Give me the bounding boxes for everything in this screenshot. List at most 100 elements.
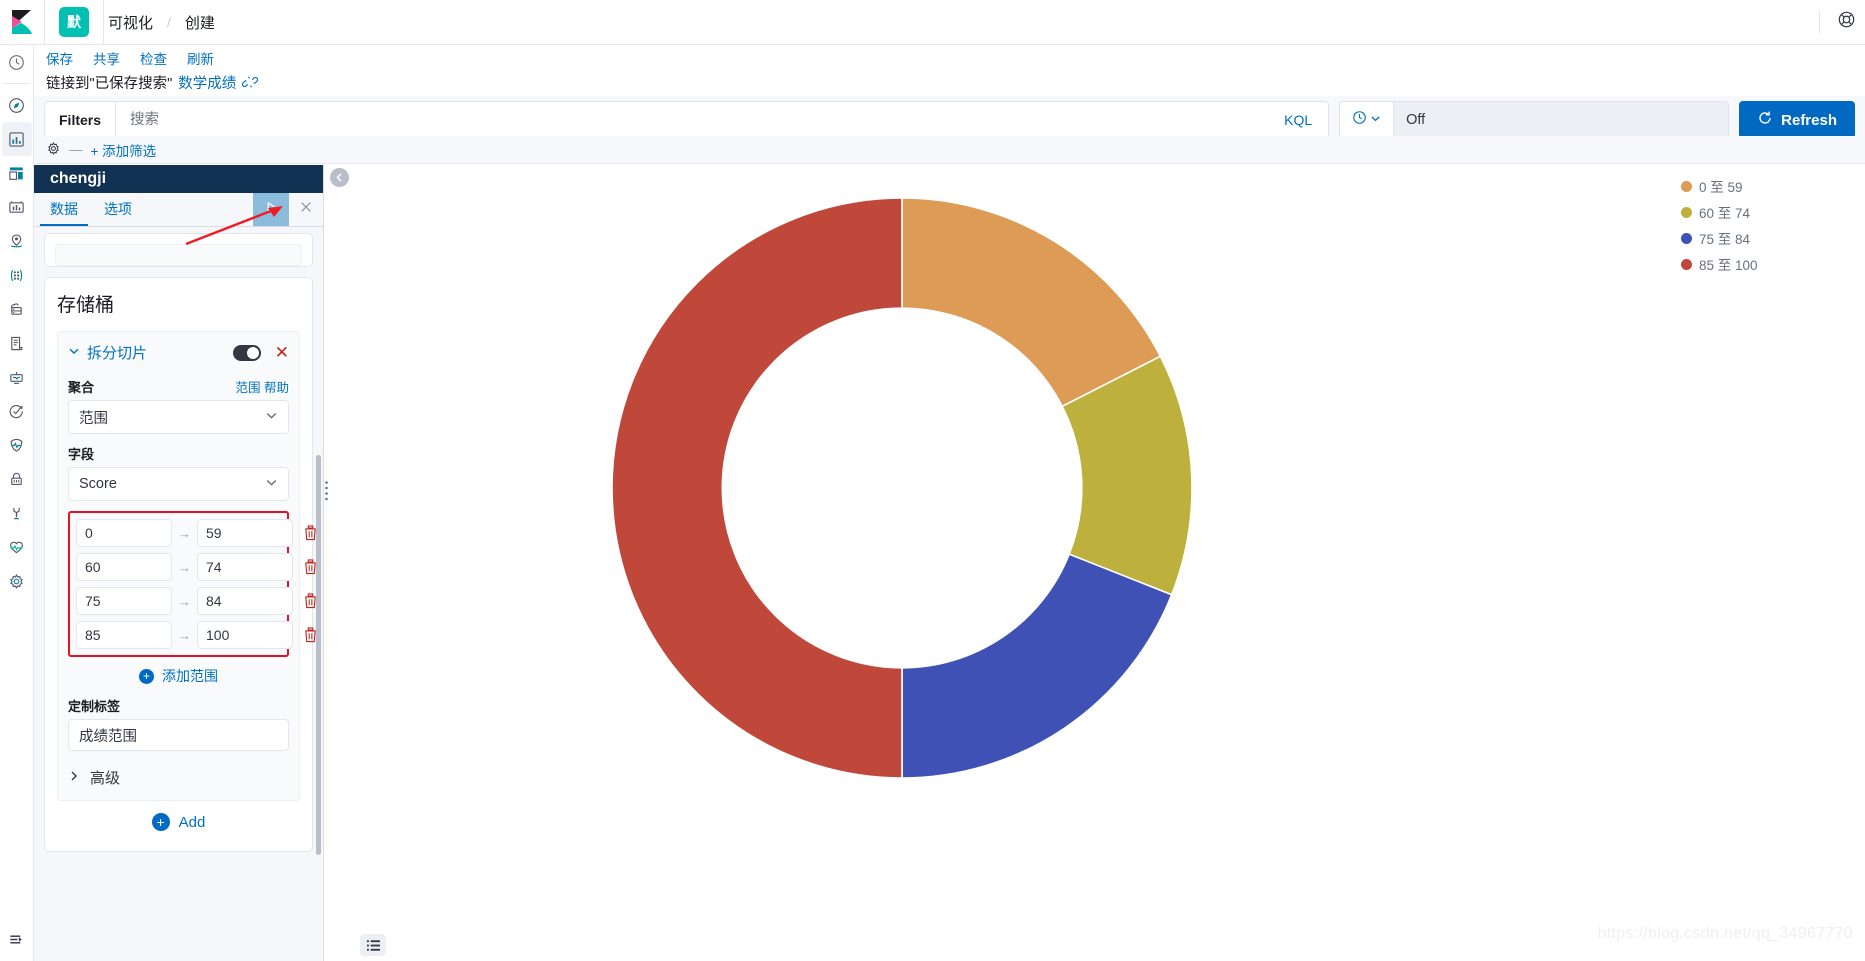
- editor-vertical-scrollbar[interactable]: [316, 455, 321, 855]
- maps-location-icon[interactable]: [2, 224, 32, 258]
- advanced-section-toggle[interactable]: 高级: [68, 767, 289, 788]
- range-to-input[interactable]: [197, 553, 293, 581]
- legend-item-label: 60 至 74: [1699, 206, 1751, 221]
- add-bucket-button[interactable]: + Add: [57, 801, 300, 837]
- donut-slice[interactable]: [611, 197, 903, 779]
- share-button[interactable]: 共享: [93, 48, 120, 68]
- visualize-bar-chart-icon[interactable]: [1, 122, 32, 156]
- date-range-value[interactable]: Off: [1394, 102, 1729, 138]
- range-from-input[interactable]: [76, 621, 172, 649]
- infrastructure-server-icon[interactable]: [2, 292, 32, 326]
- date-quick-menu-button[interactable]: [1340, 102, 1395, 138]
- security-lock-icon[interactable]: [2, 462, 32, 496]
- aggregation-help-link[interactable]: 范围 帮助: [235, 377, 289, 396]
- filters-button[interactable]: Filters: [45, 102, 117, 138]
- remove-x-icon[interactable]: ✕: [275, 344, 289, 361]
- tab-options[interactable]: 选项: [94, 193, 142, 226]
- apply-play-icon: [264, 200, 279, 220]
- range-from-input[interactable]: [76, 587, 172, 615]
- plus-circle-icon: +: [139, 668, 154, 684]
- siem-shield-icon[interactable]: [2, 428, 32, 462]
- linked-search-name[interactable]: 数学成绩: [178, 72, 236, 93]
- legend-item-label: 85 至 100: [1699, 258, 1758, 273]
- refresh-button[interactable]: Refresh: [1739, 101, 1855, 139]
- uptime-check-icon[interactable]: [2, 394, 32, 428]
- editor-tabs: 数据 选项: [34, 193, 323, 227]
- range-arrow: →: [178, 627, 191, 643]
- dev-tools-wrench-icon[interactable]: [2, 496, 32, 530]
- legend-item[interactable]: 0 至 59: [1681, 176, 1851, 196]
- save-button[interactable]: 保存: [46, 48, 73, 68]
- range-row: →: [76, 587, 316, 615]
- close-editor-button[interactable]: [289, 193, 323, 226]
- breadcrumb-item-visualize[interactable]: 可视化: [104, 12, 157, 33]
- range-arrow: →: [178, 525, 191, 541]
- apply-changes-button[interactable]: [253, 193, 289, 226]
- filter-bar: — + 添加筛选: [34, 136, 1865, 164]
- aggregation-select[interactable]: 范围: [68, 400, 289, 434]
- legend-list-icon[interactable]: [360, 934, 386, 956]
- add-range-button[interactable]: + 添加范围: [68, 657, 289, 692]
- left-nav-rail: [0, 45, 34, 961]
- kibana-logo-icon[interactable]: [0, 0, 44, 45]
- filter-options-gear-icon[interactable]: [46, 141, 61, 159]
- management-gear-icon[interactable]: [2, 564, 32, 598]
- buckets-heading: 存储桶: [57, 295, 115, 316]
- refresh-icon: [1757, 110, 1773, 130]
- range-from-input[interactable]: [76, 553, 172, 581]
- linked-saved-search-row: 链接到"已保存搜索" 数学成绩: [34, 68, 1865, 96]
- legend-item[interactable]: 75 至 84: [1681, 228, 1851, 248]
- agg-help-left-text: 范围: [235, 381, 261, 395]
- donut-slice[interactable]: [901, 553, 1173, 779]
- tab-data[interactable]: 数据: [40, 193, 88, 226]
- donut-chart[interactable]: [611, 197, 1193, 779]
- breadcrumb-item-create[interactable]: 创建: [181, 12, 219, 33]
- space-avatar[interactable]: 默: [59, 7, 89, 37]
- nav-divider-3: [1819, 10, 1820, 34]
- donut-slice[interactable]: [901, 197, 1162, 408]
- discover-compass-icon[interactable]: [2, 88, 32, 122]
- machine-learning-nodes-icon[interactable]: [2, 258, 32, 292]
- range-to-input[interactable]: [197, 519, 293, 547]
- collapse-nav-icon[interactable]: [0, 917, 34, 961]
- split-slices-agg-group: 拆分切片 ✕ 聚合 范围 帮助 范围 字段 Score 0 → 59 60 → …: [57, 331, 316, 801]
- add-bucket-label: Add: [178, 813, 206, 831]
- kql-language-button[interactable]: KQL: [1268, 112, 1328, 128]
- range-arrow: →: [178, 559, 191, 575]
- range-to-input[interactable]: [197, 621, 293, 649]
- legend-color-swatch: [1681, 180, 1692, 192]
- donut-chart-svg[interactable]: [611, 197, 1193, 779]
- search-input[interactable]: [116, 102, 1269, 138]
- range-to-input[interactable]: [197, 587, 293, 615]
- split-slices-collapse-toggle[interactable]: 拆分切片: [68, 342, 147, 363]
- range-row: →: [76, 519, 316, 547]
- refresh-action-button[interactable]: 刷新: [187, 48, 214, 68]
- canvas-frame-icon[interactable]: [2, 190, 32, 224]
- linked-search-prefix: 链接到"已保存搜索": [46, 75, 173, 92]
- breadcrumb: 可视化 / 创建: [104, 0, 219, 45]
- logs-document-icon[interactable]: [2, 326, 32, 360]
- inspect-button[interactable]: 检查: [140, 48, 167, 68]
- collapse-left-chevron-icon[interactable]: [330, 168, 349, 187]
- ranges-editor: → →: [68, 511, 316, 657]
- legend-item[interactable]: 85 至 100: [1681, 254, 1851, 274]
- chevron-right-icon: [68, 769, 80, 786]
- range-from-input[interactable]: [76, 519, 172, 547]
- vertical-drag-handle-icon[interactable]: [320, 478, 332, 504]
- close-x-icon: [299, 200, 313, 219]
- apm-monitor-icon[interactable]: [2, 360, 32, 394]
- unlink-icon[interactable]: [242, 74, 259, 90]
- recently-viewed-clock-icon[interactable]: [2, 45, 32, 79]
- help-circle-icon[interactable]: [1838, 11, 1855, 33]
- add-filter-button[interactable]: + 添加筛选: [91, 140, 157, 160]
- editor-scroll-region: 存储桶 拆分切片 ✕ 聚合 范围 帮助 范围 字段 Score 0 → 59 6…: [34, 227, 323, 961]
- refresh-button-label: Refresh: [1781, 111, 1837, 129]
- custom-label-input[interactable]: [68, 719, 289, 751]
- legend-item[interactable]: 60 至 74: [1681, 202, 1851, 222]
- monitoring-heartbeat-icon[interactable]: [2, 530, 32, 564]
- nav-divider: [44, 0, 45, 45]
- dashboard-grid-icon[interactable]: [2, 156, 32, 190]
- enable-toggle-switch[interactable]: [232, 344, 261, 361]
- field-select[interactable]: Score: [68, 467, 289, 501]
- aggregation-label: 聚合: [68, 380, 95, 395]
